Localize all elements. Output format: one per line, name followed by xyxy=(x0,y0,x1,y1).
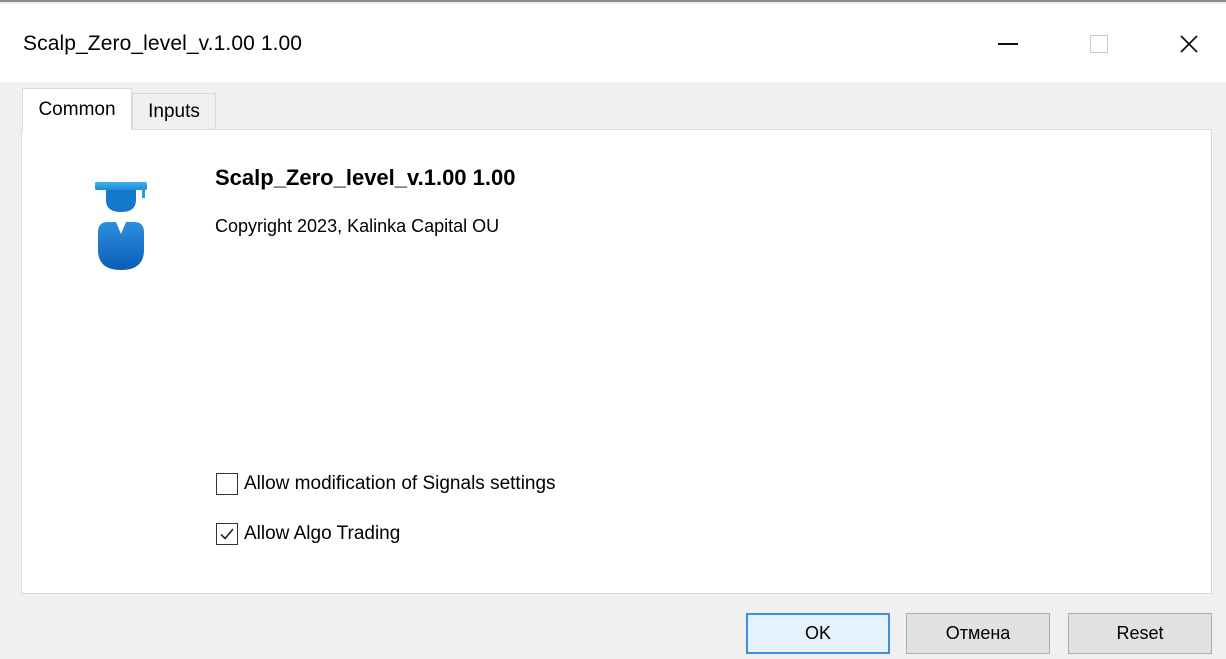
signals-modification-label: Allow modification of Signals settings xyxy=(244,473,556,494)
tab-inputs[interactable]: Inputs xyxy=(132,93,216,129)
window-title: Scalp_Zero_level_v.1.00 1.00 xyxy=(23,32,303,55)
algo-trading-checkbox[interactable] xyxy=(216,523,238,545)
expert-advisor-name: Scalp_Zero_level_v.1.00 1.00 xyxy=(215,165,516,190)
cancel-button[interactable]: Отмена xyxy=(906,613,1050,654)
title-bar[interactable]: Scalp_Zero_level_v.1.00 1.00 xyxy=(0,4,1226,82)
minimize-icon xyxy=(998,43,1018,45)
close-button[interactable] xyxy=(1158,14,1220,74)
allow-signals-modification-option[interactable]: Allow modification of Signals settings xyxy=(216,471,556,497)
graduate-icon xyxy=(95,182,147,270)
common-tab-panel xyxy=(21,129,1212,594)
ok-button[interactable]: OK xyxy=(746,613,890,654)
copyright-text: Copyright 2023, Kalinka Capital OU xyxy=(215,216,500,236)
dialog-window: Scalp_Zero_level_v.1.00 1.00 Common Inpu… xyxy=(0,0,1226,659)
algo-trading-label: Allow Algo Trading xyxy=(244,523,401,544)
signals-modification-checkbox[interactable] xyxy=(216,473,238,495)
close-icon xyxy=(1180,35,1198,53)
checkmark-icon xyxy=(220,528,234,540)
maximize-icon xyxy=(1090,35,1108,53)
maximize-button[interactable] xyxy=(1068,14,1130,74)
allow-algo-trading-option[interactable]: Allow Algo Trading xyxy=(216,521,400,547)
reset-button[interactable]: Reset xyxy=(1068,613,1212,654)
minimize-button[interactable] xyxy=(977,14,1039,74)
tab-common[interactable]: Common xyxy=(22,88,132,130)
